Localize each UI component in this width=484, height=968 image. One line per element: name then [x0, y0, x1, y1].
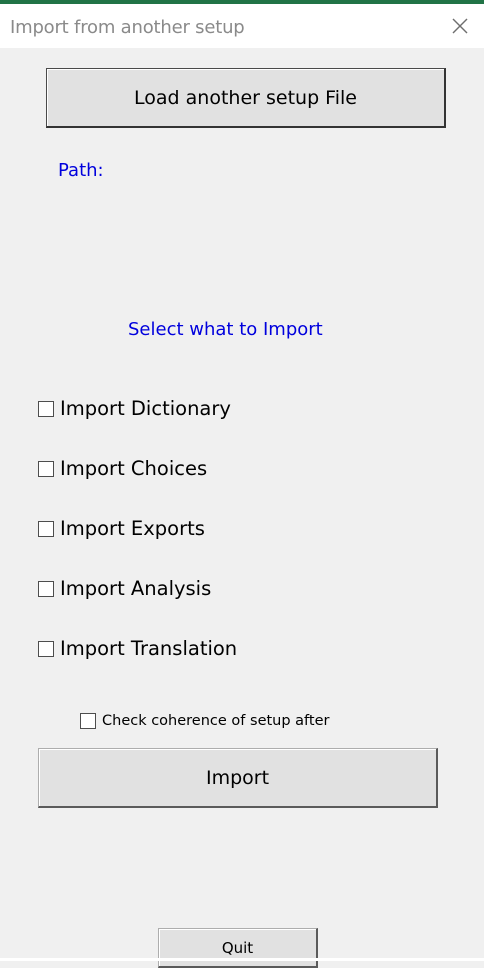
path-label: Path: [58, 160, 104, 181]
import-button[interactable]: Import [38, 748, 438, 808]
quit-button[interactable]: Quit [158, 928, 318, 968]
option-import-choices[interactable]: Import Choices [38, 457, 207, 480]
option-label: Check coherence of setup after import [102, 713, 330, 732]
checkbox[interactable] [38, 640, 54, 657]
checkbox[interactable] [38, 580, 54, 597]
load-setup-file-button[interactable]: Load another setup File [46, 68, 446, 128]
option-check-coherence[interactable]: Check coherence of setup after import [80, 712, 340, 732]
option-import-translation[interactable]: Import Translation [38, 637, 237, 660]
option-import-dictionary[interactable]: Import Dictionary [38, 397, 231, 420]
checkbox[interactable] [38, 520, 54, 537]
option-label: Import Analysis [60, 577, 212, 600]
checkbox[interactable] [38, 400, 54, 417]
option-label: Import Dictionary [60, 397, 231, 420]
checkbox[interactable] [38, 460, 54, 477]
select-import-label: Select what to Import [128, 319, 323, 340]
window-title: Import from another setup [10, 17, 245, 38]
option-label: Import Exports [60, 517, 205, 540]
option-import-analysis[interactable]: Import Analysis [38, 577, 211, 600]
option-label: Import Choices [60, 457, 208, 480]
checkbox[interactable] [80, 713, 96, 729]
option-label: Import Translation [60, 637, 238, 660]
title-bar: Import from another setup [0, 4, 484, 48]
option-import-exports[interactable]: Import Exports [38, 517, 205, 540]
close-icon[interactable] [450, 16, 470, 36]
